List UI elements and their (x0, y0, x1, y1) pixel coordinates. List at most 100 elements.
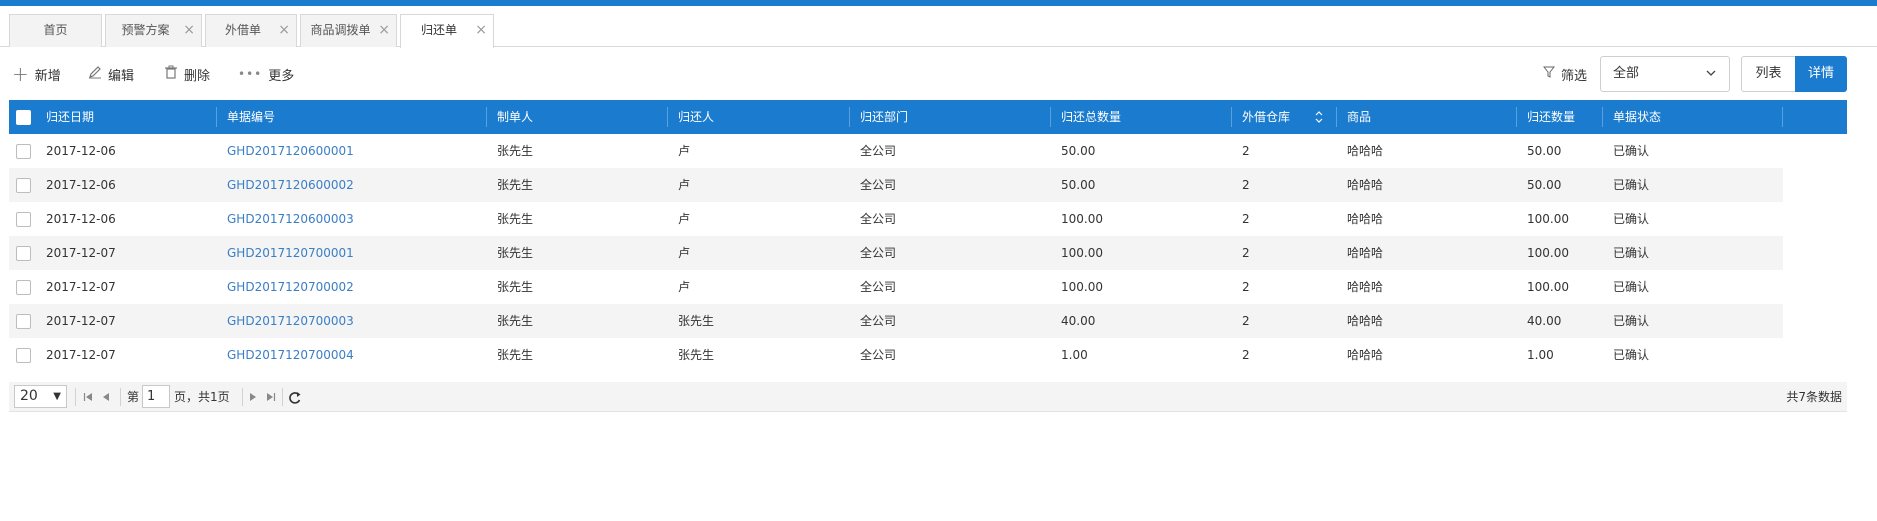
delete-button[interactable]: 删除 (164, 64, 210, 84)
cell-total-qty: 100.00 (1061, 280, 1103, 294)
cell-product: 哈哈哈 (1347, 246, 1384, 260)
cell-return-date: 2017-12-06 (46, 178, 116, 192)
column-divider[interactable] (1602, 107, 1603, 127)
plus-icon: + (12, 62, 29, 86)
page-number-input[interactable]: 1 (142, 385, 170, 408)
cell-return-dept: 全公司 (860, 280, 897, 294)
tab-label: 商品调拨单 (310, 23, 371, 37)
column-return-qty[interactable]: 归还数量 (1527, 100, 1575, 134)
column-divider[interactable] (1050, 107, 1051, 127)
column-warehouse[interactable]: 外借仓库 (1242, 100, 1290, 134)
column-product[interactable]: 商品 (1347, 100, 1371, 134)
select-all-checkbox[interactable] (16, 110, 31, 125)
table-row[interactable]: 2017-12-07 GHD2017120700001 张先生 卢 全公司 100.00 2… (9, 236, 1783, 270)
cell-total-qty: 100.00 (1061, 246, 1103, 260)
table-row[interactable]: 2017-12-06 GHD2017120600003 张先生 卢 全公司 100.00 2… (9, 202, 1783, 236)
table-row[interactable]: 2017-12-07 GHD2017120700004 张先生 张先生 全公司 1.00 2… (9, 338, 1783, 372)
page-size-select[interactable]: 20 ▼ (14, 385, 67, 408)
page-size-value: 20 (20, 388, 38, 404)
column-divider[interactable] (1336, 107, 1337, 127)
cell-doc-status: 已确认 (1613, 178, 1650, 192)
column-divider[interactable] (1231, 107, 1232, 127)
close-icon[interactable]: × (475, 15, 487, 46)
cell-creator: 张先生 (497, 314, 534, 328)
more-button[interactable]: ••• 更多 (238, 64, 294, 84)
pencil-icon (88, 65, 102, 83)
cell-doc-status: 已确认 (1613, 212, 1650, 226)
refresh-icon[interactable] (288, 382, 302, 423)
prev-page-icon[interactable] (102, 382, 110, 425)
column-returner[interactable]: 归还人 (678, 100, 714, 134)
table-row[interactable]: 2017-12-07 GHD2017120700003 张先生 张先生 全公司 40.00… (9, 304, 1783, 338)
sort-icon[interactable] (1315, 100, 1323, 134)
tab-alert-plan[interactable]: 预警方案 × (105, 14, 202, 47)
cell-doc-number[interactable]: GHD2017120600001 (227, 134, 354, 168)
cell-doc-number[interactable]: GHD2017120700004 (227, 338, 354, 372)
cell-doc-number[interactable]: GHD2017120600002 (227, 168, 354, 202)
tab-return-order[interactable]: 归还单 × (400, 14, 494, 48)
close-icon[interactable]: × (183, 15, 195, 46)
column-divider[interactable] (667, 107, 668, 127)
tab-label: 首页 (43, 23, 68, 37)
cell-product: 哈哈哈 (1347, 314, 1384, 328)
detail-view-button[interactable]: 详情 (1795, 56, 1847, 92)
column-divider[interactable] (486, 107, 487, 127)
add-button[interactable]: + 新增 (12, 64, 61, 84)
row-checkbox[interactable] (16, 144, 31, 159)
cell-doc-number[interactable]: GHD2017120700003 (227, 304, 354, 338)
close-icon[interactable]: × (278, 15, 290, 46)
row-checkbox[interactable] (16, 246, 31, 261)
last-page-icon[interactable] (266, 382, 276, 425)
table-row[interactable]: 2017-12-06 GHD2017120600001 张先生 卢 全公司 50.00 2 哈… (9, 134, 1783, 168)
add-label: 新增 (34, 68, 61, 84)
cell-doc-status: 已确认 (1613, 314, 1650, 328)
cell-return-dept: 全公司 (860, 212, 897, 226)
column-divider[interactable] (1782, 107, 1783, 127)
tab-loan-order[interactable]: 外借单 × (205, 14, 297, 47)
row-checkbox[interactable] (16, 178, 31, 193)
cell-warehouse: 2 (1242, 280, 1250, 294)
cell-return-dept: 全公司 (860, 348, 897, 362)
list-view-button[interactable]: 列表 (1741, 56, 1795, 92)
cell-doc-number[interactable]: GHD2017120700002 (227, 270, 354, 304)
column-return-dept[interactable]: 归还部门 (860, 100, 908, 134)
tab-transfer-order[interactable]: 商品调拨单 × (300, 14, 397, 47)
page-suffix: 页，共1页 (174, 390, 230, 404)
close-icon[interactable]: × (378, 15, 390, 46)
column-divider[interactable] (849, 107, 850, 127)
column-doc-status[interactable]: 单据状态 (1613, 100, 1661, 134)
tab-home[interactable]: 首页 (9, 14, 102, 47)
cell-return-date: 2017-12-07 (46, 314, 116, 328)
next-page-icon[interactable] (249, 382, 257, 425)
cell-doc-number[interactable]: GHD2017120600003 (227, 202, 354, 236)
trash-icon (164, 65, 178, 83)
edit-button[interactable]: 编辑 (88, 64, 134, 84)
row-checkbox[interactable] (16, 212, 31, 227)
filter-button[interactable]: 筛选 (1542, 64, 1587, 84)
cell-product: 哈哈哈 (1347, 212, 1384, 226)
column-divider[interactable] (1516, 107, 1517, 127)
cell-return-date: 2017-12-07 (46, 348, 116, 362)
row-checkbox[interactable] (16, 314, 31, 329)
cell-returner: 卢 (678, 212, 691, 226)
column-doc-number[interactable]: 单据编号 (227, 100, 275, 134)
table-row[interactable]: 2017-12-06 GHD2017120600002 张先生 卢 全公司 50.00 2 哈… (9, 168, 1783, 202)
row-checkbox[interactable] (16, 348, 31, 363)
row-checkbox[interactable] (16, 280, 31, 295)
first-page-icon[interactable] (83, 382, 93, 425)
cell-return-date: 2017-12-07 (46, 280, 116, 294)
column-return-date[interactable]: 归还日期 (46, 100, 94, 134)
delete-label: 删除 (184, 68, 211, 84)
cell-return-dept: 全公司 (860, 314, 897, 328)
column-total-qty[interactable]: 归还总数量 (1061, 100, 1121, 134)
funnel-icon (1542, 66, 1556, 82)
cell-doc-status: 已确认 (1613, 280, 1650, 294)
table-row[interactable]: 2017-12-07 GHD2017120700002 张先生 卢 全公司 100.00 2… (9, 270, 1783, 304)
column-divider[interactable] (216, 107, 217, 127)
cell-returner: 卢 (678, 280, 691, 294)
scope-select[interactable]: 全部 (1600, 56, 1730, 92)
cell-doc-number[interactable]: GHD2017120700001 (227, 236, 354, 270)
column-creator[interactable]: 制单人 (497, 100, 533, 134)
chevron-down-icon (1705, 57, 1717, 104)
cell-warehouse: 2 (1242, 144, 1250, 158)
